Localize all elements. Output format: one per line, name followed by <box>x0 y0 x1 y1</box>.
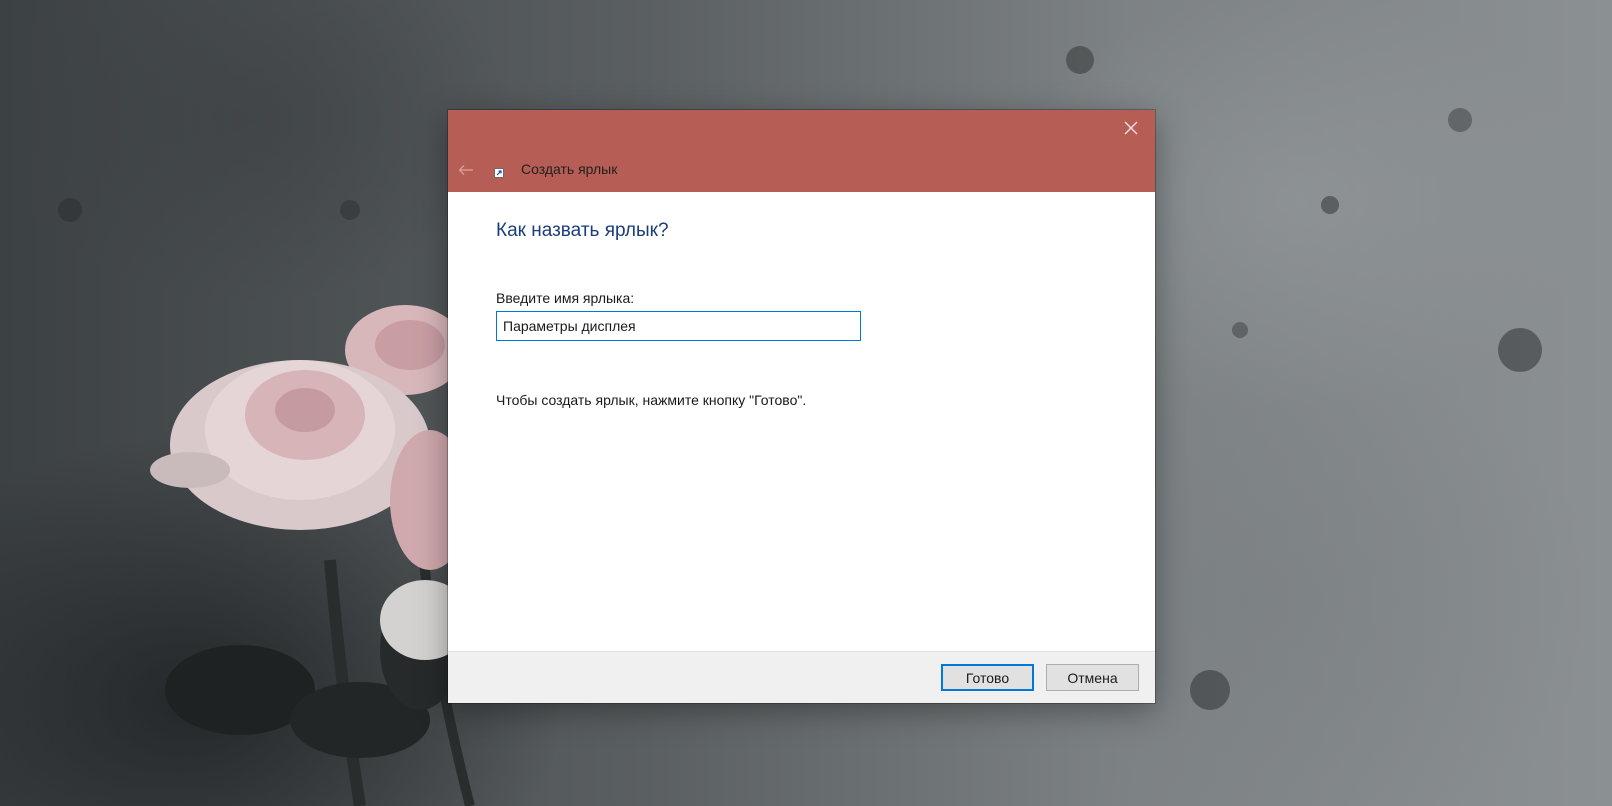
cancel-button[interactable]: Отмена <box>1046 664 1139 691</box>
dialog-footer: Готово Отмена <box>448 651 1155 703</box>
finish-hint: Чтобы создать ярлык, нажмите кнопку "Гот… <box>496 392 807 408</box>
create-shortcut-dialog: Создать ярлык Как назвать ярлык? Введите… <box>448 110 1155 703</box>
page-heading: Как назвать ярлык? <box>496 220 669 241</box>
close-button[interactable] <box>1115 114 1147 142</box>
shortcut-name-label: Введите имя ярлыка: <box>496 290 635 306</box>
shortcut-icon <box>494 168 504 178</box>
back-arrow-icon <box>458 165 473 175</box>
shortcut-name-input[interactable] <box>496 311 861 341</box>
close-icon <box>1124 121 1138 135</box>
back-button[interactable] <box>454 158 478 182</box>
window-title: Создать ярлык <box>521 161 618 177</box>
title-bar: Создать ярлык <box>448 110 1155 192</box>
finish-button[interactable]: Готово <box>941 664 1034 691</box>
